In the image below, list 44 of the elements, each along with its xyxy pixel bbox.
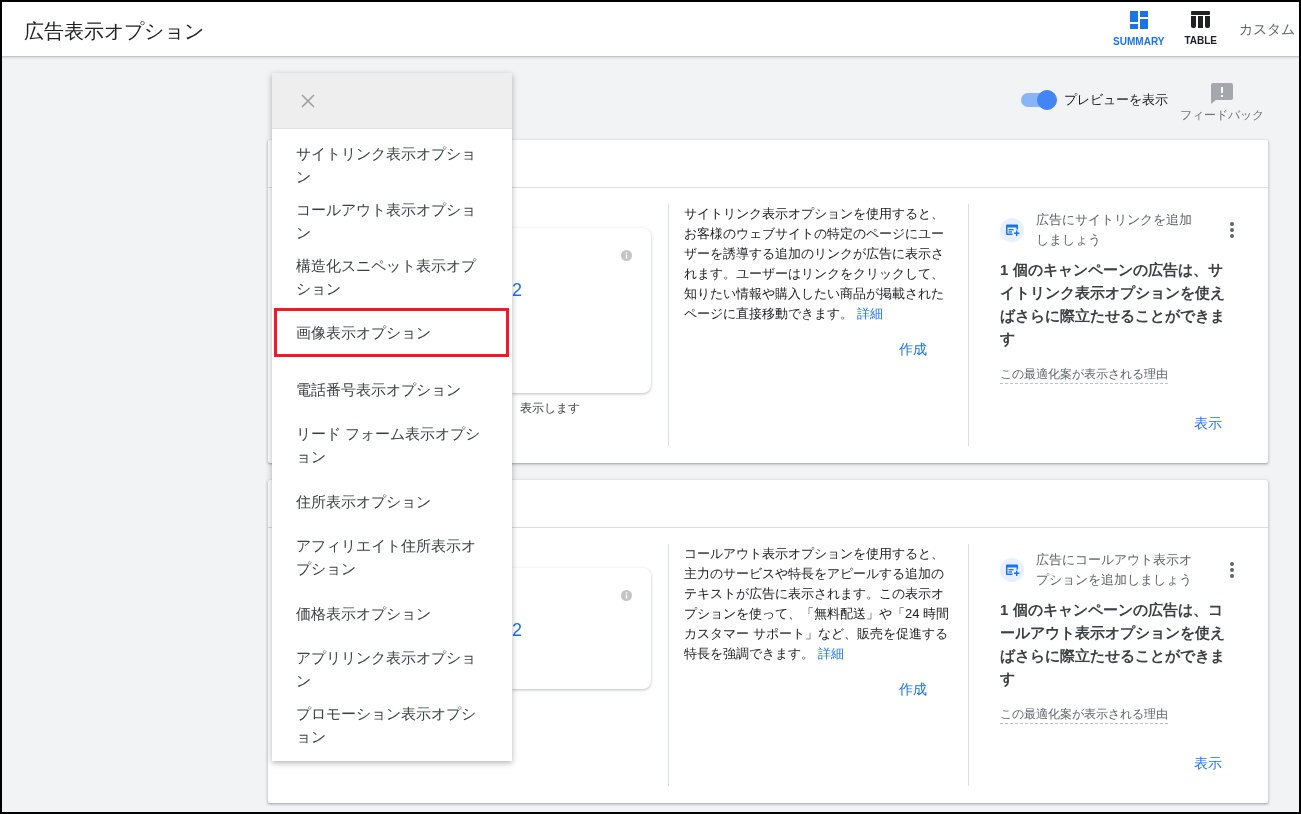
- menu-item[interactable]: 電話番号表示オプション: [272, 361, 512, 417]
- suggestion-message: 1 個のキャンペーンの広告は、サイトリンク表示オプションを使えばさらに際立たせることができます: [1000, 260, 1226, 349]
- preview-label: プレビューを表示: [1064, 91, 1168, 109]
- feedback-button[interactable]: フィードバック: [1180, 83, 1264, 123]
- menu-item[interactable]: プロモーション表示オプション: [272, 697, 512, 753]
- more-icon[interactable]: [1230, 562, 1234, 578]
- info-icon: [621, 250, 632, 261]
- info-icon: [621, 590, 632, 601]
- details-link[interactable]: 詳細: [857, 306, 883, 321]
- preview-number: 2: [512, 279, 522, 301]
- preview-switch[interactable]: [1021, 90, 1057, 110]
- create-button[interactable]: 作成: [891, 677, 935, 701]
- table-icon: [1191, 11, 1211, 28]
- preview-caption: 表示します: [519, 400, 580, 416]
- create-button[interactable]: 作成: [891, 337, 935, 361]
- menu-item[interactable]: 住所表示オプション: [272, 473, 512, 529]
- details-link[interactable]: 詳細: [818, 646, 844, 661]
- menu-item[interactable]: 価格表示オプション: [272, 585, 512, 641]
- suggestion-message: 1 個のキャンペーンの広告は、コールアウト表示オプションを使えばさらに際立たせることができます: [1000, 600, 1226, 689]
- preview-number: 2: [512, 619, 522, 641]
- description-text: サイトリンク表示オプションを使用すると、お客様のウェブサイトの特定のページにユーザーを誘導する追加のリンクが広告に表示されます。ユーザーはリンクをクリックして、知りたい情報や購入したい商品が掲載されたページに直接移動できます。 詳細: [684, 205, 945, 323]
- menu-item[interactable]: サイトリンク表示オプション: [272, 137, 512, 193]
- view-button[interactable]: 表示: [1186, 751, 1230, 775]
- dashboard-icon: [1129, 11, 1148, 29]
- menu-item[interactable]: アフィリエイト住所表示オプション: [272, 529, 512, 585]
- view-button[interactable]: 表示: [1186, 411, 1230, 435]
- menu-item[interactable]: 構造化スニペット表示オプション: [272, 249, 512, 305]
- menu-item[interactable]: 画像表示オプション: [274, 308, 509, 357]
- menu-item[interactable]: リード フォーム表示オプション: [272, 417, 512, 473]
- reason-link[interactable]: この最適化案が表示される理由: [1000, 705, 1168, 724]
- list-plus-icon: [1000, 558, 1024, 582]
- page-title: 広告表示オプション: [24, 19, 204, 43]
- table-tab[interactable]: TABLE: [1184, 11, 1217, 48]
- reason-link[interactable]: この最適化案が表示される理由: [1000, 365, 1168, 384]
- suggestion-title: 広告にサイトリンクを追加しましょう: [1036, 211, 1193, 249]
- description-text: コールアウト表示オプションを使用すると、主力のサービスや特長をアピールする追加のテキストが広告に表示されます。この表示オプションを使って、「無料配送」や「24 時間カスタマー サポート」など、販売を促進する特長を強調できます。 詳細: [684, 545, 951, 663]
- feedback-icon: [1211, 83, 1233, 104]
- list-plus-icon: [1000, 218, 1024, 242]
- more-icon[interactable]: [1230, 222, 1234, 238]
- menu-item[interactable]: アプリリンク表示オプション: [272, 641, 512, 697]
- menu-item[interactable]: コールアウト表示オプション: [272, 193, 512, 249]
- suggestion-title: 広告にコールアウト表示オプションを追加しましょう: [1036, 551, 1193, 589]
- custom-button[interactable]: カスタム: [1239, 19, 1295, 39]
- summary-tab[interactable]: SUMMARY: [1113, 11, 1165, 48]
